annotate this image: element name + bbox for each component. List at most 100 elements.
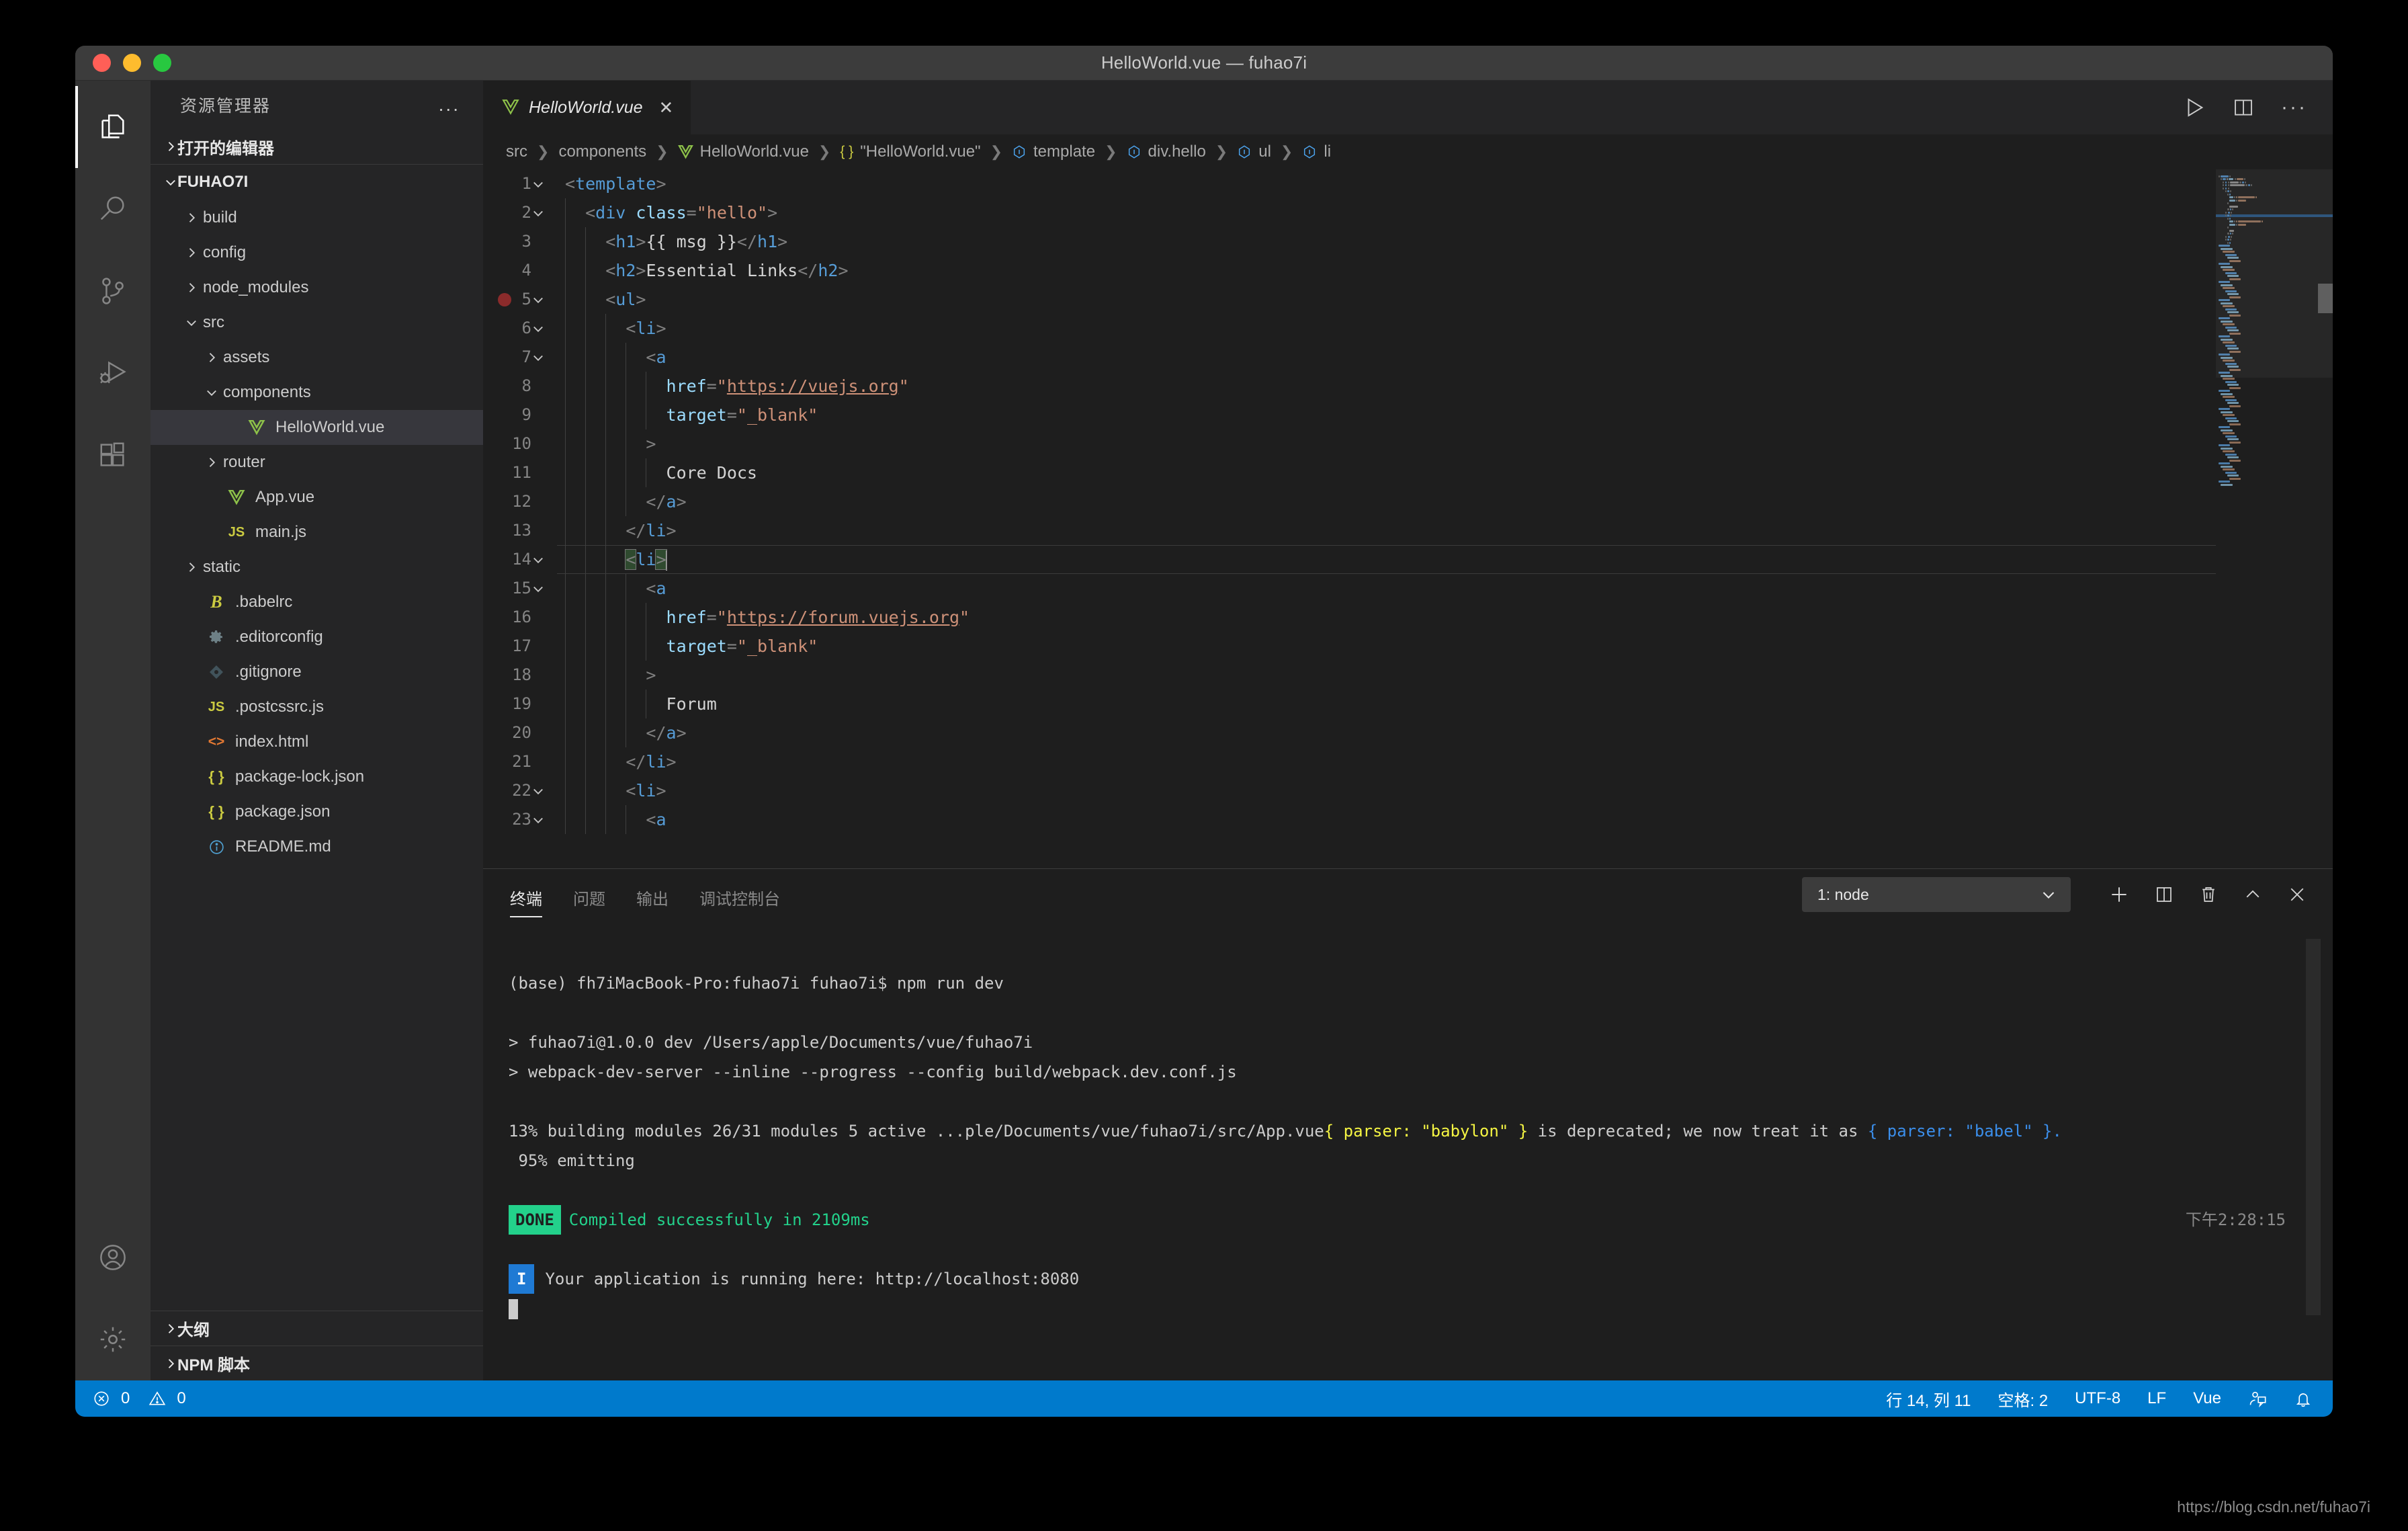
status-language-mode[interactable]: Vue: [2193, 1389, 2221, 1408]
breadcrumb-item-template[interactable]: template: [1012, 142, 1095, 161]
section-outline[interactable]: 大纲: [150, 1311, 483, 1346]
play-icon[interactable]: [2183, 96, 2206, 119]
breadcrumb-item-ul[interactable]: ul: [1237, 142, 1271, 161]
tree-item-postcssrc-js[interactable]: JS .postcssrc.js: [150, 690, 483, 725]
fold-chevron-down-icon[interactable]: [531, 784, 557, 798]
code-line[interactable]: 23 <a: [483, 805, 2216, 834]
code-editor[interactable]: 1 <template> 2 <div class="hello"> 3 <h1>{{…: [483, 169, 2216, 868]
code-line[interactable]: 14 <li>: [483, 545, 2216, 574]
code-line[interactable]: 7 <a: [483, 343, 2216, 372]
activity-manage[interactable]: [75, 1298, 150, 1380]
code-line[interactable]: 13 </li>: [483, 516, 2216, 545]
fold-chevron-down-icon[interactable]: [531, 322, 557, 335]
code-line[interactable]: 8 href="https://vuejs.org": [483, 372, 2216, 401]
tree-item-app-vue[interactable]: App.vue: [150, 480, 483, 515]
close-window-button[interactable]: [93, 54, 111, 72]
activity-search[interactable]: [75, 168, 150, 250]
section-npm-scripts[interactable]: NPM 脚本: [150, 1346, 483, 1380]
code-line[interactable]: 21 </li>: [483, 747, 2216, 776]
status-eol[interactable]: LF: [2147, 1389, 2166, 1408]
fold-chevron-down-icon[interactable]: [531, 351, 557, 364]
status-problems[interactable]: 0 0: [93, 1389, 186, 1408]
tree-item-editorconfig[interactable]: .editorconfig: [150, 620, 483, 655]
panel-tab-0[interactable]: 终端: [510, 886, 542, 920]
minimap[interactable]: [2216, 169, 2333, 868]
status-encoding[interactable]: UTF-8: [2075, 1389, 2120, 1408]
terminal-scrollbar[interactable]: [2306, 939, 2321, 1315]
panel-tab-3[interactable]: 调试控制台: [699, 886, 780, 920]
terminal-output[interactable]: (base) fh7iMacBook-Pro:fuhao7i fuhao7i$ …: [483, 920, 2333, 1380]
activity-explorer[interactable]: [75, 86, 150, 168]
code-line[interactable]: 4 <h2>Essential Links</h2>: [483, 256, 2216, 285]
status-indentation[interactable]: 空格: 2: [1997, 1387, 2048, 1411]
close-icon[interactable]: ✕: [659, 97, 674, 118]
breadcrumb-item-helloworld.vue[interactable]: HelloWorld.vue: [677, 142, 809, 161]
code-line[interactable]: 6 <li>: [483, 314, 2216, 343]
fold-chevron-down-icon[interactable]: [531, 177, 557, 191]
status-line-col[interactable]: 行 14, 列 11: [1886, 1387, 1971, 1411]
code-line[interactable]: 19 Forum: [483, 690, 2216, 718]
explorer-more-actions-icon[interactable]: ...: [439, 95, 460, 114]
tree-item-src[interactable]: src: [150, 305, 483, 340]
minimize-window-button[interactable]: [123, 54, 141, 72]
fold-chevron-down-icon[interactable]: [531, 582, 557, 595]
editor-scrollbar[interactable]: [2201, 169, 2216, 868]
minimap-slider[interactable]: [2216, 169, 2333, 378]
breadcrumb-item-div.hello[interactable]: div.hello: [1127, 142, 1206, 161]
panel-tab-1[interactable]: 问题: [573, 886, 605, 920]
code-line[interactable]: 20 </a>: [483, 718, 2216, 747]
breadcrumb-item-helloworld.vue[interactable]: { } "HelloWorld.vue": [840, 142, 980, 161]
fold-chevron-down-icon[interactable]: [531, 293, 557, 306]
tree-item-router[interactable]: router: [150, 445, 483, 480]
tree-item-babelrc[interactable]: B .babelrc: [150, 585, 483, 620]
activity-source-control[interactable]: [75, 250, 150, 332]
tree-item-package-lock-json[interactable]: { } package-lock.json: [150, 759, 483, 794]
panel-tab-2[interactable]: 输出: [636, 886, 669, 920]
tree-item-package-json[interactable]: { } package.json: [150, 794, 483, 829]
activity-run-debug[interactable]: [75, 332, 150, 414]
plus-icon[interactable]: [2108, 884, 2130, 905]
maximize-window-button[interactable]: [153, 54, 171, 72]
code-line[interactable]: 11 Core Docs: [483, 458, 2216, 487]
code-line[interactable]: 12 </a>: [483, 487, 2216, 516]
tree-item-helloworld-vue[interactable]: HelloWorld.vue: [150, 410, 483, 445]
tree-item-main-js[interactable]: JS main.js: [150, 515, 483, 550]
tree-item-gitignore[interactable]: .gitignore: [150, 655, 483, 690]
section-workspace-root[interactable]: FUHAO7I: [150, 164, 483, 199]
tab-helloworld-vue[interactable]: HelloWorld.vue ✕: [483, 81, 692, 134]
editor-scrollbar-thumb[interactable]: [2318, 284, 2333, 313]
chevron-up-icon[interactable]: [2243, 884, 2263, 905]
breadcrumb-item-components[interactable]: components: [558, 142, 646, 161]
fold-chevron-down-icon[interactable]: [531, 813, 557, 827]
split-icon[interactable]: [2154, 884, 2174, 905]
section-open-editors[interactable]: 打开的编辑器: [150, 129, 483, 164]
code-line[interactable]: 1 <template>: [483, 169, 2216, 198]
code-line[interactable]: 9 target="_blank": [483, 401, 2216, 429]
tree-item-build[interactable]: build: [150, 200, 483, 235]
breakpoint-marker[interactable]: [498, 292, 511, 306]
code-line[interactable]: 18 >: [483, 661, 2216, 690]
tree-item-assets[interactable]: assets: [150, 340, 483, 375]
bell-icon[interactable]: [2294, 1389, 2313, 1408]
tree-item-components[interactable]: components: [150, 375, 483, 410]
terminal-selector[interactable]: 1: node: [1802, 877, 2071, 912]
fold-chevron-down-icon[interactable]: [531, 553, 557, 567]
code-line[interactable]: 3 <h1>{{ msg }}</h1>: [483, 227, 2216, 256]
tree-item-readme-md[interactable]: README.md: [150, 829, 483, 864]
activity-extensions[interactable]: [75, 414, 150, 496]
tree-item-static[interactable]: static: [150, 550, 483, 585]
close-icon[interactable]: [2287, 884, 2307, 905]
code-line[interactable]: 22 <li>: [483, 776, 2216, 805]
code-line[interactable]: 5 <ul>: [483, 285, 2216, 314]
fold-chevron-down-icon[interactable]: [531, 206, 557, 220]
tree-item-index-html[interactable]: <> index.html: [150, 725, 483, 759]
code-line[interactable]: 17 target="_blank": [483, 632, 2216, 661]
tree-item-config[interactable]: config: [150, 235, 483, 270]
activity-accounts[interactable]: [75, 1216, 150, 1298]
breadcrumb-item-li[interactable]: li: [1302, 142, 1331, 161]
code-line[interactable]: 2 <div class="hello">: [483, 198, 2216, 227]
feedback-icon[interactable]: [2248, 1389, 2267, 1408]
split-editor-icon[interactable]: [2233, 97, 2254, 118]
breadcrumb-item-src[interactable]: src: [506, 142, 527, 161]
tree-item-node-modules[interactable]: node_modules: [150, 270, 483, 305]
